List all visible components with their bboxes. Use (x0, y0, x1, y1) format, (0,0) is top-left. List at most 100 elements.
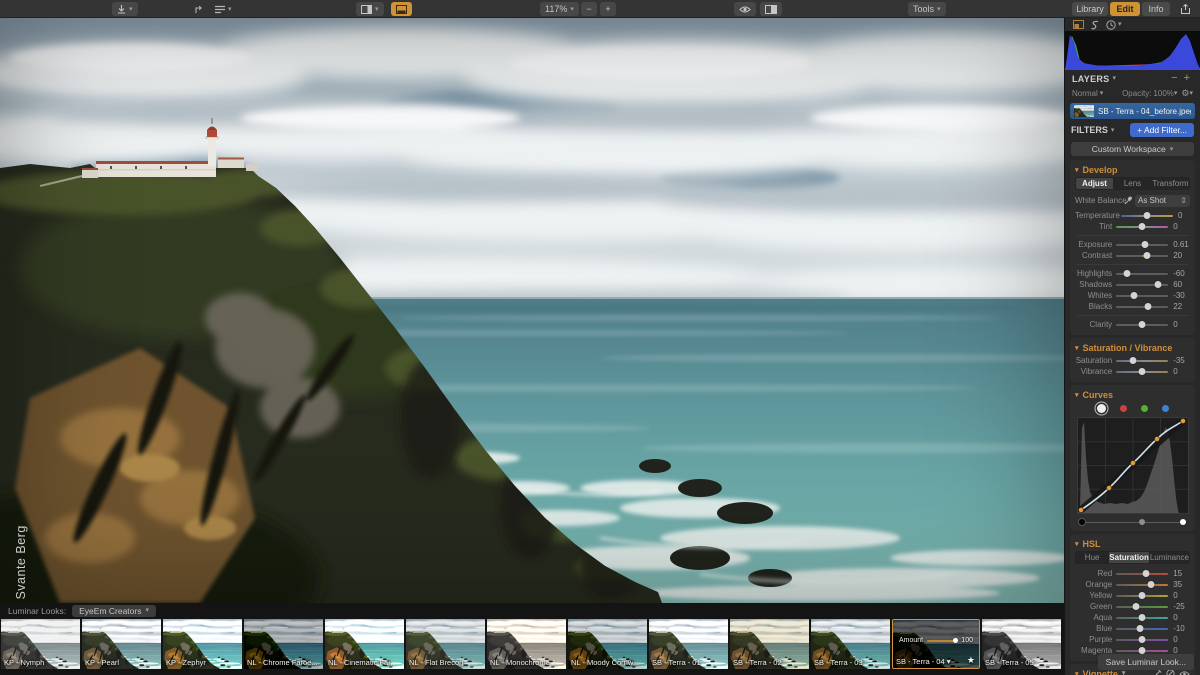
look-thumbnail-sb-terra-04[interactable]: SB - Terra - 04 ▾Amount100★ (892, 619, 980, 669)
amount-handle[interactable] (953, 638, 958, 643)
white-balance-dropdown[interactable]: As Shot ⇕ (1135, 195, 1190, 207)
slider-handle[interactable] (1136, 625, 1143, 632)
slider-handle[interactable] (1144, 212, 1151, 219)
develop-tab-transform[interactable]: Transform (1152, 178, 1189, 189)
magenta-slider[interactable] (1116, 650, 1168, 652)
highlights-slider[interactable] (1116, 273, 1168, 275)
look-thumbnail-kp-pearl[interactable]: KP - Pearl (82, 619, 161, 669)
green-slider[interactable] (1116, 606, 1168, 608)
slider-handle[interactable] (1142, 241, 1149, 248)
slider-handle[interactable] (1130, 357, 1137, 364)
blue-slider[interactable] (1116, 628, 1168, 630)
slider-handle[interactable] (1132, 603, 1139, 610)
chevron-down-icon[interactable]: ▾ (1112, 75, 1116, 82)
look-amount-slider[interactable]: Amount100 (899, 637, 973, 644)
hsl-header[interactable]: ▾ HSL (1075, 538, 1190, 549)
develop-tab-lens[interactable]: Lens (1114, 178, 1152, 189)
look-thumbnail-nl-moody-cornw-[interactable]: NL - Moody Cornw... (568, 619, 647, 669)
red-slider[interactable] (1116, 573, 1168, 575)
develop-tab-adjust[interactable]: Adjust (1076, 178, 1114, 189)
tools-dropdown[interactable]: Tools ▾ (908, 2, 946, 16)
mid-point-handle[interactable] (1139, 519, 1145, 525)
eye-icon[interactable] (1179, 670, 1190, 675)
look-thumbnail-kp-nymph[interactable]: KP - Nymph (1, 619, 80, 669)
zoom-in-button[interactable]: + (600, 2, 616, 16)
shadows-slider[interactable] (1116, 284, 1168, 286)
clarity-slider[interactable] (1116, 324, 1168, 326)
export-button[interactable]: ▾ (112, 2, 138, 16)
look-thumbnail-nl-chrome-faroe-[interactable]: NL - Chrome Faroe... (244, 619, 323, 669)
look-thumbnail-nl-monochrome-[interactable]: NL - Monochrome ... (487, 619, 566, 669)
slider-handle[interactable] (1144, 252, 1151, 259)
slider-handle[interactable] (1139, 636, 1146, 643)
yellow-slider[interactable] (1116, 595, 1168, 597)
look-thumbnail-nl-cinematic-far-[interactable]: NL - Cinematic Far... (325, 619, 404, 669)
add-layer-button[interactable]: + (1181, 73, 1193, 84)
share-button[interactable] (1176, 2, 1195, 16)
orange-slider[interactable] (1116, 584, 1168, 586)
photo-canvas[interactable]: © Svante Berg (0, 18, 1064, 603)
contrast-slider[interactable] (1116, 255, 1168, 257)
look-thumbnail-sb-terra-02[interactable]: SB - Terra - 02 (730, 619, 809, 669)
blacks-slider[interactable] (1116, 306, 1168, 308)
look-thumbnail-nl-flat-brecon[interactable]: NL - Flat Brecon (406, 619, 485, 669)
develop-header[interactable]: ▾ Develop (1075, 164, 1190, 175)
curve-black-white-slider[interactable] (1077, 518, 1189, 526)
curve-channel-blue[interactable] (1162, 405, 1169, 412)
aqua-slider[interactable] (1116, 617, 1168, 619)
compare-toggle[interactable] (760, 2, 782, 16)
slider-handle[interactable] (1139, 614, 1146, 621)
purple-slider[interactable] (1116, 639, 1168, 641)
slider-handle[interactable] (1131, 292, 1138, 299)
slider-handle[interactable] (1139, 321, 1146, 328)
tint-slider[interactable] (1116, 226, 1168, 228)
slider-handle[interactable] (1139, 368, 1146, 375)
hsl-tab-saturation[interactable]: Saturation (1109, 552, 1150, 563)
curves-editor[interactable] (1077, 417, 1189, 514)
look-thumbnail-sb-terra-05[interactable]: SB - Terra - 05 (982, 619, 1061, 669)
layer-item[interactable]: SB - Terra - 04_before.jpeg (1070, 103, 1195, 119)
gear-icon[interactable]: ⚙ (1181, 88, 1189, 99)
slider-handle[interactable] (1142, 570, 1149, 577)
white-point-handle[interactable] (1180, 519, 1186, 525)
zoom-level-dropdown[interactable]: 117% ▾ (540, 2, 579, 16)
hsl-tab-hue[interactable]: Hue (1076, 552, 1109, 563)
tab-library[interactable]: Library (1072, 2, 1108, 16)
undo-button[interactable] (188, 2, 208, 16)
workspace-dropdown[interactable]: Custom Workspace ▾ (1071, 142, 1194, 156)
chevron-down-icon[interactable]: ▾ (1111, 127, 1115, 134)
slider-handle[interactable] (1139, 592, 1146, 599)
slider-handle[interactable] (1154, 281, 1161, 288)
history-button[interactable]: ▾ (1106, 20, 1122, 30)
exposure-slider[interactable] (1116, 244, 1168, 246)
vibrance-slider[interactable] (1116, 371, 1168, 373)
slider-handle[interactable] (1139, 223, 1146, 230)
slider-handle[interactable] (1123, 270, 1130, 277)
tab-info[interactable]: Info (1142, 2, 1170, 16)
star-icon[interactable]: ★ (967, 655, 975, 666)
add-filter-button[interactable]: + Add Filter... (1130, 123, 1194, 137)
eyedropper-icon[interactable] (1124, 196, 1132, 205)
blend-mode-dropdown[interactable]: Normal (1072, 89, 1098, 98)
curve-channel-green[interactable] (1141, 405, 1148, 412)
curve-channel-white[interactable] (1097, 404, 1106, 413)
filmstrip-toggle[interactable] (391, 2, 412, 16)
tab-edit[interactable]: Edit (1110, 2, 1140, 16)
saturation-vibrance-header[interactable]: ▾ Saturation / Vibrance (1075, 342, 1190, 353)
curves-header[interactable]: ▾ Curves (1075, 389, 1190, 400)
s-curve-icon[interactable] (1091, 20, 1099, 30)
curve-channel-red[interactable] (1120, 405, 1127, 412)
look-thumbnail-sb-terra-01[interactable]: SB - Terra - 01 (649, 619, 728, 669)
temperature-slider[interactable] (1121, 215, 1173, 217)
preview-toggle[interactable] (734, 2, 756, 16)
remove-layer-button[interactable]: − (1168, 73, 1180, 84)
looks-category-dropdown[interactable]: EyeEm Creators ▾ (72, 605, 156, 617)
slider-handle[interactable] (1144, 303, 1151, 310)
edits-list-button[interactable]: ▾ (210, 2, 237, 16)
saturation-slider[interactable] (1116, 360, 1168, 362)
look-thumbnail-kp-zephyr[interactable]: KP - Zephyr (163, 619, 242, 669)
slider-handle[interactable] (1139, 647, 1146, 654)
side-panel-toggle[interactable]: ▾ (356, 2, 384, 16)
save-luminar-look-button[interactable]: Save Luminar Look... (1098, 654, 1194, 670)
hsl-tab-luminance[interactable]: Luminance (1150, 552, 1189, 563)
